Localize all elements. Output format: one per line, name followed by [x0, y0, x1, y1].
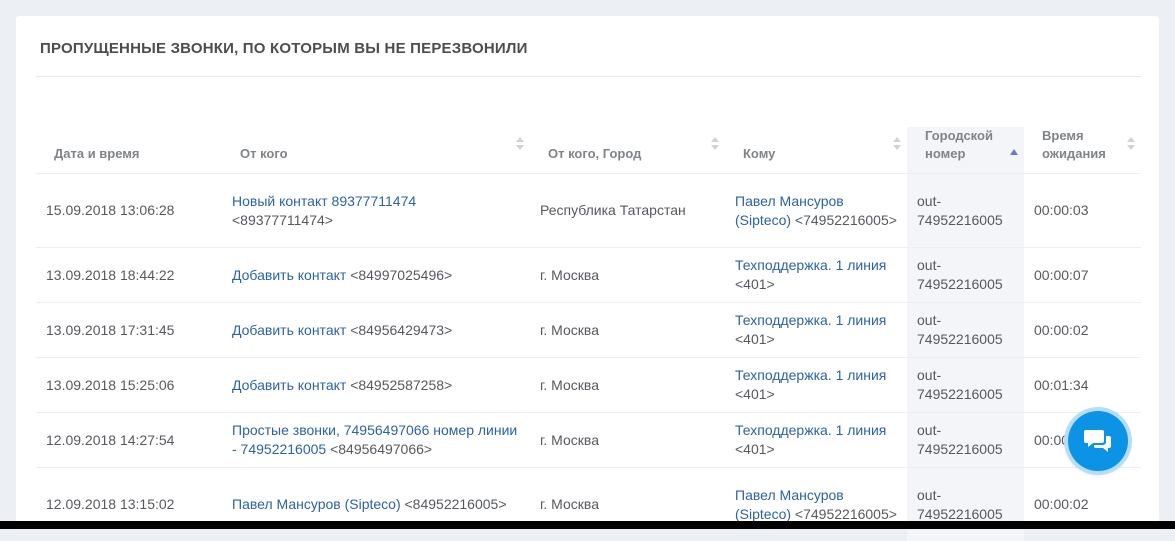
cell-from: Новый контакт 89377711474 <89377711474> — [222, 174, 530, 248]
add-contact-link[interactable]: Добавить контакт — [232, 267, 346, 283]
column-header-from-city[interactable]: От кого, Город — [530, 127, 725, 174]
cell-city: Республика Татарстан — [530, 174, 725, 248]
column-header-city-number[interactable]: Городской номер — [907, 127, 1024, 174]
table-header-row: Дата и время От кого От кого, Город Кому… — [36, 127, 1141, 174]
cell-city-number: out-74952216005 — [907, 468, 1024, 541]
cell-datetime: 13.09.2018 15:25:06 — [36, 358, 222, 413]
cell-from: Простые звонки, 74956497066 номер линии … — [222, 413, 530, 468]
sort-icon[interactable] — [1127, 137, 1135, 151]
extension: <401> — [735, 276, 775, 292]
cell-to: Павел Мансуров (Sipteco) <74952216005> — [725, 174, 907, 248]
missed-calls-table: Дата и время От кого От кого, Город Кому… — [36, 127, 1141, 541]
sort-icon[interactable] — [893, 137, 901, 151]
contact-link[interactable]: Павел Мансуров (Sipteco) — [232, 496, 401, 512]
extension: <401> — [735, 331, 775, 347]
table-row: 13.09.2018 18:44:22 Добавить контакт <84… — [36, 248, 1141, 303]
cell-from: Павел Мансуров (Sipteco) <84952216005> — [222, 468, 530, 541]
table-row: 12.09.2018 14:27:54 Простые звонки, 7495… — [36, 413, 1141, 468]
column-header-from[interactable]: От кого — [222, 127, 530, 174]
cell-to: Техподдержка. 1 линия <401> — [725, 413, 907, 468]
cell-to: Техподдержка. 1 линия <401> — [725, 248, 907, 303]
extension: <401> — [735, 386, 775, 402]
cell-datetime: 13.09.2018 18:44:22 — [36, 248, 222, 303]
table-row: 12.09.2018 13:15:02 Павел Мансуров (Sipt… — [36, 468, 1141, 541]
cell-datetime: 12.09.2018 14:27:54 — [36, 413, 222, 468]
column-header-to[interactable]: Кому — [725, 127, 907, 174]
cell-city-number: out-74952216005 — [907, 174, 1024, 248]
phone-number: <84952587258> — [350, 377, 452, 393]
phone-number: <89377711474> — [232, 212, 333, 228]
phone-number: <84997025496> — [350, 267, 452, 283]
cell-wait: 00:01:34 — [1024, 358, 1141, 413]
cell-from: Добавить контакт <84997025496> — [222, 248, 530, 303]
cell-city: г. Москва — [530, 468, 725, 541]
phone-number: <84956429473> — [350, 322, 452, 338]
cell-wait: 00:00:02 — [1024, 303, 1141, 358]
cell-wait: 00:00:03 — [1024, 174, 1141, 248]
chat-button[interactable] — [1068, 411, 1128, 471]
sort-ascending-icon[interactable] — [1010, 149, 1018, 155]
cell-wait: 00:00:02 — [1024, 468, 1141, 541]
cell-to: Техподдержка. 1 линия <401> — [725, 303, 907, 358]
table-row: 13.09.2018 15:25:06 Добавить контакт <84… — [36, 358, 1141, 413]
extension: <74952216005> — [795, 212, 897, 228]
cell-city: г. Москва — [530, 248, 725, 303]
cell-datetime: 13.09.2018 17:31:45 — [36, 303, 222, 358]
sort-icon[interactable] — [516, 137, 524, 151]
recipient-link[interactable]: Техподдержка. 1 линия — [735, 422, 886, 438]
chat-bubbles-icon — [1084, 428, 1112, 454]
extension: <401> — [735, 441, 775, 457]
sort-icon[interactable] — [711, 137, 719, 151]
cell-city-number: out-74952216005 — [907, 413, 1024, 468]
bottom-edge — [0, 521, 1175, 529]
cell-city-number: out-74952216005 — [907, 303, 1024, 358]
add-contact-link[interactable]: Добавить контакт — [232, 377, 346, 393]
extension: <74952216005> — [795, 506, 897, 522]
add-contact-link[interactable]: Добавить контакт — [232, 322, 346, 338]
cell-to: Техподдержка. 1 линия <401> — [725, 358, 907, 413]
cell-city: г. Москва — [530, 358, 725, 413]
cell-city-number: out-74952216005 — [907, 248, 1024, 303]
table-row: 15.09.2018 13:06:28 Новый контакт 893777… — [36, 174, 1141, 248]
cell-city: г. Москва — [530, 303, 725, 358]
column-header-wait-time[interactable]: Время ожидания — [1024, 127, 1141, 174]
recipient-link[interactable]: Техподдержка. 1 линия — [735, 312, 886, 328]
cell-wait: 00:00:07 — [1024, 248, 1141, 303]
recipient-link[interactable]: Техподдержка. 1 линия — [735, 257, 886, 273]
cell-to: Павел Мансуров (Sipteco) <74952216005> — [725, 468, 907, 541]
contact-link[interactable]: Новый контакт 89377711474 — [232, 193, 416, 209]
divider — [36, 76, 1141, 77]
phone-number: <84952216005> — [405, 496, 507, 512]
cell-datetime: 15.09.2018 13:06:28 — [36, 174, 222, 248]
table-row: 13.09.2018 17:31:45 Добавить контакт <84… — [36, 303, 1141, 358]
cell-city: г. Москва — [530, 413, 725, 468]
cell-city-number: out-74952216005 — [907, 358, 1024, 413]
cell-datetime: 12.09.2018 13:15:02 — [36, 468, 222, 541]
cell-from: Добавить контакт <84956429473> — [222, 303, 530, 358]
column-header-datetime[interactable]: Дата и время — [36, 127, 222, 174]
recipient-link[interactable]: Техподдержка. 1 линия — [735, 367, 886, 383]
phone-number: <84956497066> — [330, 441, 432, 457]
missed-calls-panel: ПРОПУЩЕННЫЕ ЗВОНКИ, ПО КОТОРЫМ ВЫ НЕ ПЕР… — [16, 16, 1159, 529]
cell-from: Добавить контакт <84952587258> — [222, 358, 530, 413]
panel-title: ПРОПУЩЕННЫЕ ЗВОНКИ, ПО КОТОРЫМ ВЫ НЕ ПЕР… — [40, 40, 528, 57]
